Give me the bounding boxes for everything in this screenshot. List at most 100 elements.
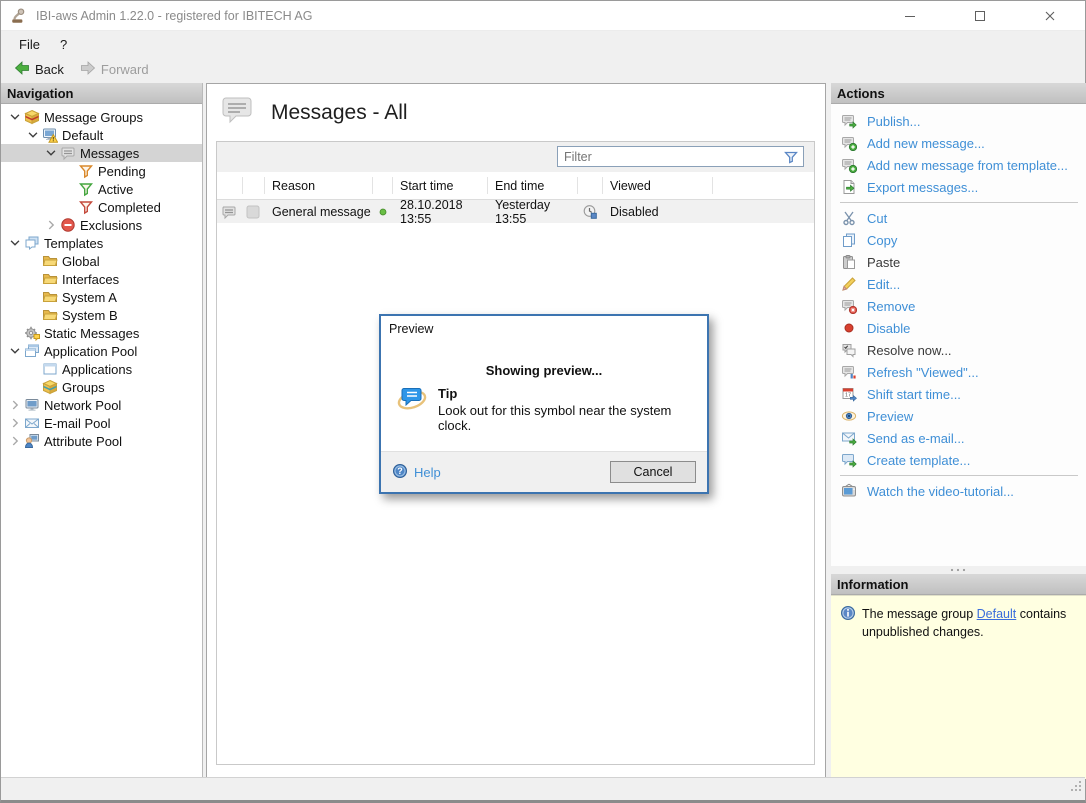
nav-item-applications[interactable]: Applications	[1, 360, 202, 378]
chevron-down-icon[interactable]	[25, 127, 41, 143]
chevron-down-icon[interactable]	[7, 109, 23, 125]
column-header-end-time[interactable]: End time	[488, 177, 578, 194]
maximize-button[interactable]	[945, 1, 1015, 31]
action-edit[interactable]: Edit...	[831, 273, 1086, 295]
nav-item-global[interactable]: Global	[1, 252, 202, 270]
filter-box	[557, 146, 804, 167]
nav-item-application-pool[interactable]: Application Pool	[1, 342, 202, 360]
nav-item-static-messages[interactable]: Static Messages	[1, 324, 202, 342]
nav-item-messages[interactable]: Messages	[1, 144, 202, 162]
nav-item-label: Pending	[98, 163, 146, 179]
chevron-right-icon[interactable]	[7, 433, 23, 449]
nav-item-groups[interactable]: Groups	[1, 378, 202, 396]
column-header-viewed[interactable]: Viewed	[603, 177, 713, 194]
nav-item-active[interactable]: Active	[1, 180, 202, 198]
column-header-viewed-icon[interactable]	[578, 177, 603, 194]
action-watch-the-video-tutorial[interactable]: Watch the video-tutorial...	[831, 480, 1086, 502]
chevron-right-icon[interactable]	[7, 415, 23, 431]
action-label: Create template...	[867, 452, 971, 468]
action-cut[interactable]: Cut	[831, 207, 1086, 229]
back-button[interactable]: Back	[6, 59, 72, 81]
minimize-button[interactable]	[875, 1, 945, 31]
chevron-right-icon[interactable]	[7, 397, 23, 413]
action-copy[interactable]: Copy	[831, 229, 1086, 251]
column-header-reason[interactable]: Reason	[265, 177, 373, 194]
table-header: Reason Start time End time Viewed	[217, 172, 814, 200]
menu-help[interactable]: ?	[50, 37, 77, 52]
action-refresh-viewed[interactable]: Refresh "Viewed"...	[831, 361, 1086, 383]
applications-icon	[41, 361, 58, 377]
viewed-clock-icon	[578, 200, 603, 223]
filter-funnel-icon[interactable]	[783, 149, 801, 165]
attribute-pool-icon	[23, 433, 40, 449]
publish-icon	[840, 113, 857, 129]
title-bar: IBI-aws Admin 1.22.0 - registered for IB…	[1, 1, 1085, 31]
action-disable[interactable]: Disable	[831, 317, 1086, 339]
actions-separator	[840, 475, 1078, 476]
nav-item-network-pool[interactable]: Network Pool	[1, 396, 202, 414]
remove-icon	[840, 298, 857, 314]
folder-icon	[41, 253, 58, 269]
export-messages-icon	[840, 179, 857, 195]
action-label: Shift start time...	[867, 386, 961, 402]
groups-icon	[41, 379, 58, 395]
action-remove[interactable]: Remove	[831, 295, 1086, 317]
tip-text: Look out for this symbol near the system…	[438, 403, 672, 433]
column-header-status[interactable]	[373, 177, 393, 194]
column-header-start-time[interactable]: Start time	[393, 177, 488, 194]
forward-button[interactable]: Forward	[72, 59, 157, 81]
add-new-message-icon	[840, 135, 857, 151]
app-logo-icon	[10, 7, 28, 25]
right-splitter[interactable]	[827, 83, 830, 779]
nav-item-label: Interfaces	[62, 271, 120, 287]
action-preview[interactable]: Preview	[831, 405, 1086, 427]
actions-list: Publish... Add new message... Add new mess…	[831, 104, 1086, 566]
action-label: Disable	[867, 320, 911, 336]
nav-item-interfaces[interactable]: Interfaces	[1, 270, 202, 288]
chevron-down-icon[interactable]	[43, 145, 59, 161]
action-publish[interactable]: Publish...	[831, 110, 1086, 132]
nav-item-exclusions[interactable]: Exclusions	[1, 216, 202, 234]
help-label: Help	[414, 464, 441, 480]
nav-item-e-mail-pool[interactable]: E-mail Pool	[1, 414, 202, 432]
menu-file[interactable]: File	[9, 37, 50, 52]
resize-grip[interactable]	[1069, 779, 1083, 798]
nav-item-attribute-pool[interactable]: Attribute Pool	[1, 432, 202, 450]
nav-item-label: Message Groups	[44, 109, 143, 125]
action-add-new-message[interactable]: Add new message...	[831, 132, 1086, 154]
window-title: IBI-aws Admin 1.22.0 - registered for IB…	[36, 8, 313, 23]
column-header-icon1[interactable]	[217, 177, 243, 194]
chevron-right-icon[interactable]	[43, 217, 59, 233]
help-link[interactable]: ? Help	[392, 463, 441, 482]
chevron-down-icon[interactable]	[7, 235, 23, 251]
send-email-icon	[840, 430, 857, 446]
nav-item-system-a[interactable]: System A	[1, 288, 202, 306]
action-export-messages[interactable]: Export messages...	[831, 176, 1086, 198]
actions-info-splitter[interactable]	[831, 566, 1086, 574]
forward-arrow-icon	[80, 60, 96, 79]
action-shift-start-time[interactable]: 17 Shift start time...	[831, 383, 1086, 405]
filter-input[interactable]	[558, 148, 783, 165]
nav-item-pending[interactable]: Pending	[1, 162, 202, 180]
chevron-down-icon[interactable]	[7, 343, 23, 359]
action-add-new-message-from-template[interactable]: Add new message from template...	[831, 154, 1086, 176]
column-header-icon2[interactable]	[243, 177, 265, 194]
page-title: Messages - All	[271, 100, 408, 124]
default-group-link[interactable]: Default	[977, 607, 1017, 621]
edit-icon	[840, 276, 857, 292]
cancel-button[interactable]: Cancel	[610, 461, 696, 483]
nav-item-templates[interactable]: Templates	[1, 234, 202, 252]
nav-item-message-groups[interactable]: Message Groups	[1, 108, 202, 126]
close-button[interactable]	[1015, 1, 1085, 31]
action-create-template[interactable]: Create template...	[831, 449, 1086, 471]
information-text: The message group Default contains unpub…	[862, 605, 1079, 770]
back-label: Back	[35, 62, 64, 77]
nav-item-system-b[interactable]: System B	[1, 306, 202, 324]
action-send-as-e-mail[interactable]: Send as e-mail...	[831, 427, 1086, 449]
nav-item-default[interactable]: Default	[1, 126, 202, 144]
table-row[interactable]: General message 28.10.2018 13:55 Yesterd…	[217, 198, 814, 226]
nav-item-completed[interactable]: Completed	[1, 198, 202, 216]
action-paste: Paste	[831, 251, 1086, 273]
